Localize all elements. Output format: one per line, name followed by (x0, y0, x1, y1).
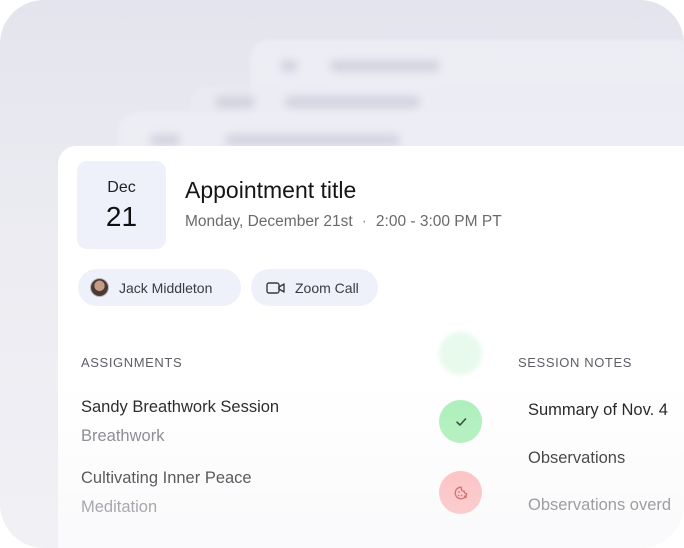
app-window: Dec 21 Appointment title Monday, Decembe… (0, 0, 684, 548)
assignment-status-completed[interactable] (439, 400, 482, 443)
check-icon (455, 417, 466, 426)
session-note-item[interactable]: Observations overd (528, 496, 671, 515)
zoom-call-chip[interactable]: Zoom Call (251, 269, 378, 306)
assignments-heading: ASSIGNMENTS (81, 355, 183, 370)
background-blur (439, 332, 482, 375)
date-day: 21 (105, 201, 138, 232)
client-name: Jack Middleton (119, 279, 213, 296)
appointment-datetime: Monday, December 21st · 2:00 - 3:00 PM PT (185, 213, 502, 231)
session-notes-heading: SESSION NOTES (518, 355, 632, 370)
assignment-category: Breathwork (81, 427, 165, 445)
background-blur (280, 60, 298, 72)
appointment-time: 2:00 - 3:00 PM PT (375, 213, 502, 230)
appointment-title: Appointment title (185, 177, 357, 203)
assignment-title[interactable]: Cultivating Inner Peace (81, 469, 252, 488)
date-tile: Dec 21 (77, 161, 166, 249)
assignment-category: Meditation (81, 498, 158, 516)
cookie-icon (454, 486, 467, 499)
session-note-item[interactable]: Observations (528, 449, 625, 468)
assignment-title[interactable]: Sandy Breathwork Session (81, 398, 279, 417)
meeting-type: Zoom Call (295, 279, 359, 296)
separator-dot: · (361, 213, 367, 230)
video-camera-icon (266, 281, 285, 294)
appointment-card: Dec 21 Appointment title Monday, Decembe… (58, 146, 684, 548)
client-chip[interactable]: Jack Middleton (78, 269, 241, 306)
background-blur (215, 96, 255, 108)
assignment-status-pending[interactable] (439, 471, 482, 514)
date-month: Dec (107, 179, 136, 196)
background-blur (225, 134, 400, 146)
appointment-day: Monday, December 21st (185, 213, 353, 230)
session-note-item[interactable]: Summary of Nov. 4 (528, 401, 668, 420)
background-blur (150, 134, 180, 146)
avatar (90, 278, 109, 297)
background-blur (330, 60, 440, 72)
background-blur (285, 96, 420, 108)
